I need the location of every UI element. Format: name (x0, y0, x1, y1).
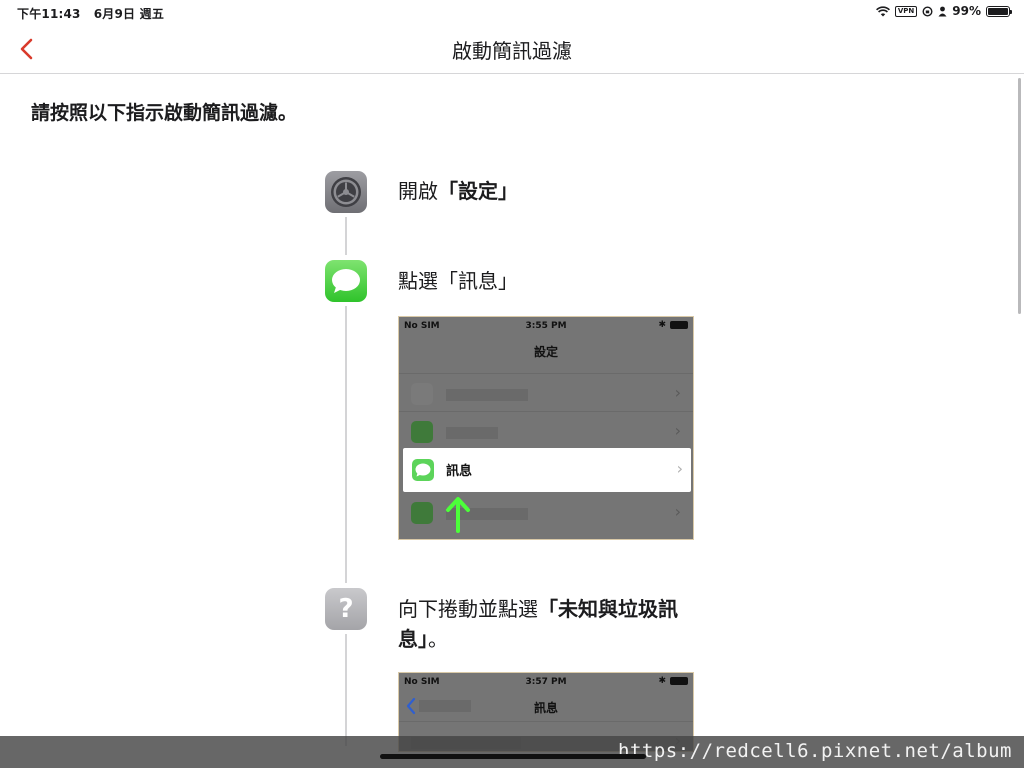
settings-row: › (399, 411, 693, 449)
messages-row-highlighted: 訊息 › (403, 448, 691, 492)
messages-app-icon (325, 260, 367, 302)
chevron-right-icon: › (674, 502, 681, 521)
screenshot-indicators: ✱ (658, 320, 688, 330)
question-mark-icon: ? (325, 588, 367, 630)
chevron-right-icon: › (674, 383, 681, 402)
phone-icon (411, 421, 433, 443)
screenshot-title: 訊息 (533, 701, 558, 715)
step-3-prefix: 向下捲動並點選 (398, 597, 538, 621)
status-date: 6月9日 週五 (93, 7, 165, 21)
settings-row: › (399, 373, 693, 411)
notifications-list-icon (411, 383, 433, 405)
bluetooth-icon: ✱ (658, 676, 666, 686)
step-1-text: 開啟「設定」 (398, 176, 518, 206)
redacted-label (446, 427, 498, 439)
step-2-label: 點選「訊息」 (398, 269, 518, 293)
battery-icon (986, 5, 1012, 17)
messages-row-label: 訊息 (446, 464, 473, 479)
settings-row: › (399, 493, 693, 531)
timeline-connector (345, 306, 347, 583)
battery-icon (670, 321, 688, 329)
battery-fill (988, 7, 1008, 15)
instructions-intro: 請按照以下指示啟動簡訊過濾。 (31, 102, 298, 124)
step-1-prefix: 開啟 (398, 179, 438, 203)
screenshot-status-bar: No SIM 3:57 PM ✱ (399, 673, 693, 691)
arrow-up-icon (446, 497, 470, 533)
chevron-right-icon: › (676, 459, 683, 478)
wifi-icon (875, 5, 890, 16)
settings-app-icon (325, 171, 367, 213)
scroll-indicator[interactable] (1018, 78, 1021, 314)
screenshot-title: 設定 (533, 345, 558, 359)
home-indicator[interactable] (380, 754, 646, 759)
messages-icon (412, 459, 434, 481)
redacted-label (446, 389, 528, 401)
facetime-icon (411, 502, 433, 524)
screenshot-time: 3:57 PM (525, 677, 567, 687)
settings-screenshot: No SIM 3:55 PM ✱ 設定 › › 訊息 › › (398, 316, 694, 540)
bluetooth-icon: ✱ (658, 320, 666, 330)
screenshot-time: 3:55 PM (525, 321, 567, 331)
status-datetime: 下午11:43 6月9日 週五 (17, 5, 164, 22)
status-time: 下午11:43 (17, 7, 81, 21)
status-bar: 下午11:43 6月9日 週五 VPN 99% (0, 0, 1024, 24)
watermark-text: https://redcell6.pixnet.net/album (618, 740, 1012, 762)
orientation-lock-icon (922, 5, 933, 17)
vpn-badge: VPN (894, 5, 918, 17)
step-2-text: 點選「訊息」 (398, 266, 518, 296)
chevron-right-icon: › (674, 421, 681, 440)
screenshot-indicators: ✱ (658, 676, 688, 686)
battery-percent: 99% (952, 4, 981, 18)
timeline-connector (345, 634, 347, 746)
screenshot-status-bar: No SIM 3:55 PM ✱ (399, 317, 693, 335)
timeline-connector (345, 217, 347, 255)
step-1-emphasis: 「設定」 (438, 179, 518, 203)
step-3-text: 向下捲動並點選「未知與垃圾訊息」。 (398, 594, 698, 654)
status-indicators: VPN 99% (875, 4, 1012, 18)
person-icon (938, 6, 947, 16)
step-3-suffix: 。 (428, 627, 448, 651)
nav-bar: 啟動簡訊過濾 (0, 24, 1024, 74)
page-title: 啟動簡訊過濾 (452, 39, 572, 63)
battery-icon (670, 677, 688, 685)
